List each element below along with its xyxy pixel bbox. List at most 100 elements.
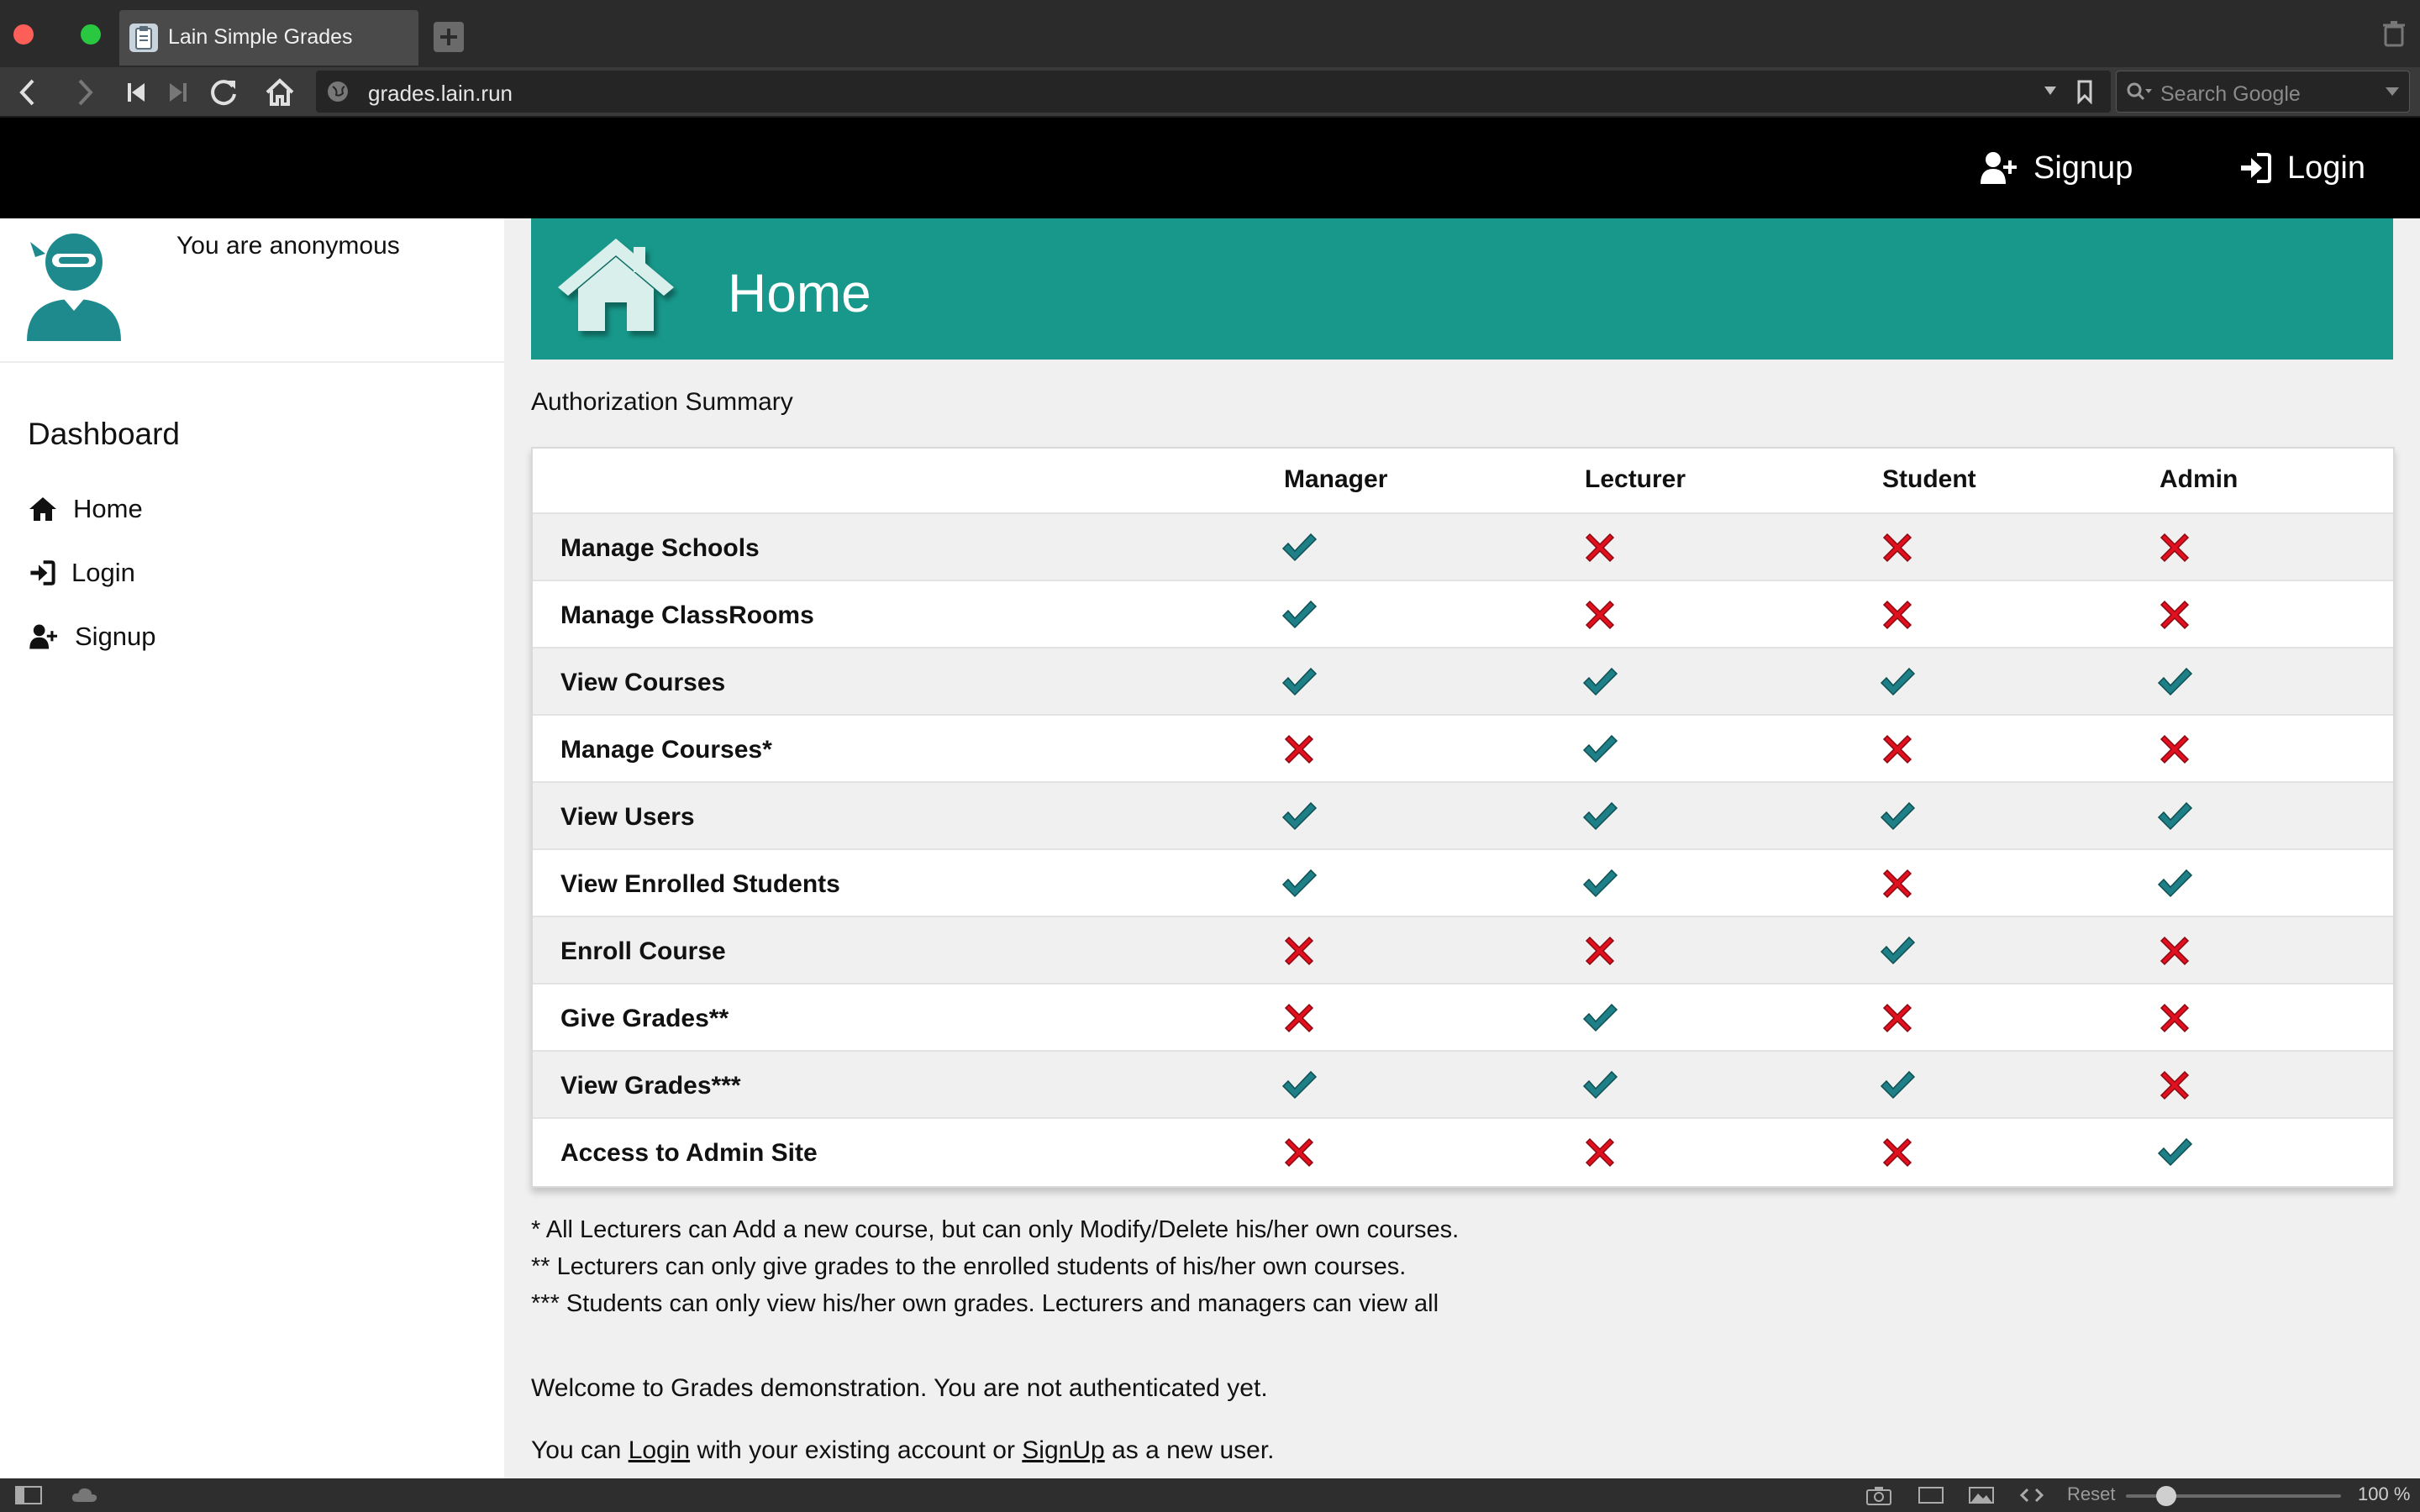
- column-header: Manager: [1284, 465, 1388, 493]
- chevron-right-icon: [78, 79, 93, 106]
- zoom-slider-handle[interactable]: [2156, 1486, 2176, 1506]
- new-tab-button[interactable]: [434, 22, 464, 52]
- column-header: Lecturer: [1585, 465, 1686, 493]
- header-signup-link[interactable]: Signup: [1980, 146, 2133, 190]
- footnote: * All Lecturers can Add a new course, bu…: [531, 1216, 1460, 1243]
- reload-icon: [211, 80, 236, 106]
- permission-label: View Enrolled Students: [560, 870, 840, 898]
- cross-icon: [2156, 596, 2193, 633]
- cross-icon: [1581, 932, 1618, 969]
- sidebar-divider: [0, 361, 504, 363]
- zoom-window-button[interactable]: [81, 24, 101, 45]
- auth-prompt: You can Login with your existing account…: [531, 1436, 1275, 1465]
- cta-prefix: You can: [531, 1436, 622, 1464]
- fast-forward-button[interactable]: [161, 76, 195, 109]
- home-outline-icon: [266, 78, 294, 106]
- login-link[interactable]: Login: [629, 1436, 690, 1464]
- check-icon: [1879, 798, 1916, 835]
- address-bar[interactable]: grades.lain.run: [316, 71, 2111, 113]
- table-row: Manage Courses*: [533, 714, 2393, 783]
- cross-icon: [1281, 731, 1318, 768]
- chevron-left-icon: [19, 79, 34, 106]
- sidebar-item-label: Login: [71, 558, 135, 587]
- cloud-icon[interactable]: [71, 1485, 99, 1505]
- browser-status-bar: Reset 100 %: [0, 1478, 2420, 1512]
- globe-icon: [326, 80, 350, 103]
- footnote: *** Students can only view his/her own g…: [531, 1290, 1439, 1317]
- permission-label: View Courses: [560, 669, 726, 696]
- permission-label: Access to Admin Site: [560, 1139, 818, 1167]
- home-button[interactable]: [263, 76, 297, 109]
- cross-icon: [2156, 1000, 2193, 1037]
- rewind-button[interactable]: [119, 76, 153, 109]
- reload-button[interactable]: [207, 76, 240, 109]
- sidebar-item-login[interactable]: Login: [28, 554, 135, 591]
- trash-icon[interactable]: [2381, 20, 2407, 47]
- panel-toggle-icon[interactable]: [15, 1485, 42, 1505]
- check-icon: [1581, 731, 1618, 768]
- cta-middle: with your existing account or: [697, 1436, 1015, 1464]
- column-header: Student: [1882, 465, 1976, 493]
- page-banner: Home: [531, 218, 2393, 360]
- url-dropdown-icon[interactable]: [2042, 82, 2059, 99]
- search-engine-dropdown-icon[interactable]: [2384, 84, 2401, 99]
- check-icon: [1879, 664, 1916, 701]
- zoom-reset-button[interactable]: Reset: [2067, 1483, 2115, 1505]
- authorization-table: Manager Lecturer Student Admin Manage Sc…: [531, 447, 2395, 1188]
- permission-label: Manage ClassRooms: [560, 601, 814, 629]
- forward-button[interactable]: [67, 76, 101, 109]
- search-placeholder: Search Google: [2160, 82, 2301, 106]
- window-icon[interactable]: [1918, 1485, 1944, 1505]
- sidebar-item-label: Home: [73, 494, 143, 523]
- image-icon[interactable]: [1968, 1485, 1995, 1505]
- check-icon: [1581, 1067, 1618, 1104]
- cross-icon: [1581, 529, 1618, 566]
- close-window-button[interactable]: [13, 24, 34, 45]
- auth-summary-title: Authorization Summary: [531, 388, 793, 416]
- sidebar-item-signup[interactable]: Signup: [28, 618, 156, 655]
- code-icon[interactable]: [2018, 1485, 2045, 1505]
- permission-label: Enroll Course: [560, 937, 726, 965]
- zoom-level: 100 %: [2358, 1483, 2411, 1504]
- footnotes: * All Lecturers can Add a new course, bu…: [531, 1211, 1459, 1322]
- header-login-link[interactable]: Login: [2238, 146, 2365, 190]
- cross-icon: [2156, 932, 2193, 969]
- column-header: Admin: [2160, 465, 2238, 493]
- check-icon: [2156, 798, 2193, 835]
- table-row: Manage ClassRooms: [533, 580, 2393, 648]
- signup-link[interactable]: SignUp: [1022, 1436, 1104, 1464]
- check-icon: [2156, 865, 2193, 902]
- permission-label: Give Grades**: [560, 1005, 729, 1032]
- cross-icon: [2156, 1067, 2193, 1104]
- permission-label: View Users: [560, 803, 695, 831]
- back-button[interactable]: [12, 76, 45, 109]
- permission-label: View Grades***: [560, 1072, 741, 1100]
- table-row: View Grades***: [533, 1050, 2393, 1119]
- search-field[interactable]: Search Google: [2116, 71, 2410, 113]
- skip-back-icon: [128, 83, 145, 102]
- camera-icon[interactable]: [1865, 1485, 1892, 1505]
- permission-label: Manage Courses*: [560, 736, 772, 764]
- house-icon: [553, 235, 679, 341]
- cta-suffix: as a new user.: [1112, 1436, 1275, 1464]
- cross-icon: [2156, 529, 2193, 566]
- cross-icon: [1581, 596, 1618, 633]
- welcome-text: Welcome to Grades demonstration. You are…: [531, 1374, 1268, 1402]
- footnote: ** Lecturers can only give grades to the…: [531, 1253, 1407, 1280]
- ninja-avatar-icon: [25, 227, 123, 344]
- sidebar-item-home[interactable]: Home: [28, 491, 143, 528]
- browser-tab-bar: Lain Simple Grades: [0, 0, 2420, 67]
- sidebar-item-label: Signup: [75, 622, 156, 651]
- header-login-label: Login: [2287, 150, 2365, 186]
- sign-in-icon: [30, 560, 55, 585]
- cross-icon: [1879, 731, 1916, 768]
- skip-forward-icon: [170, 83, 187, 102]
- check-icon: [1281, 664, 1318, 701]
- url-text[interactable]: grades.lain.run: [368, 81, 513, 107]
- bookmark-icon[interactable]: [2075, 79, 2094, 104]
- browser-tab[interactable]: Lain Simple Grades: [119, 10, 418, 66]
- home-icon: [29, 497, 56, 521]
- table-row: Give Grades**: [533, 983, 2393, 1052]
- page-title: Home: [728, 263, 871, 323]
- table-row: View Enrolled Students: [533, 848, 2393, 917]
